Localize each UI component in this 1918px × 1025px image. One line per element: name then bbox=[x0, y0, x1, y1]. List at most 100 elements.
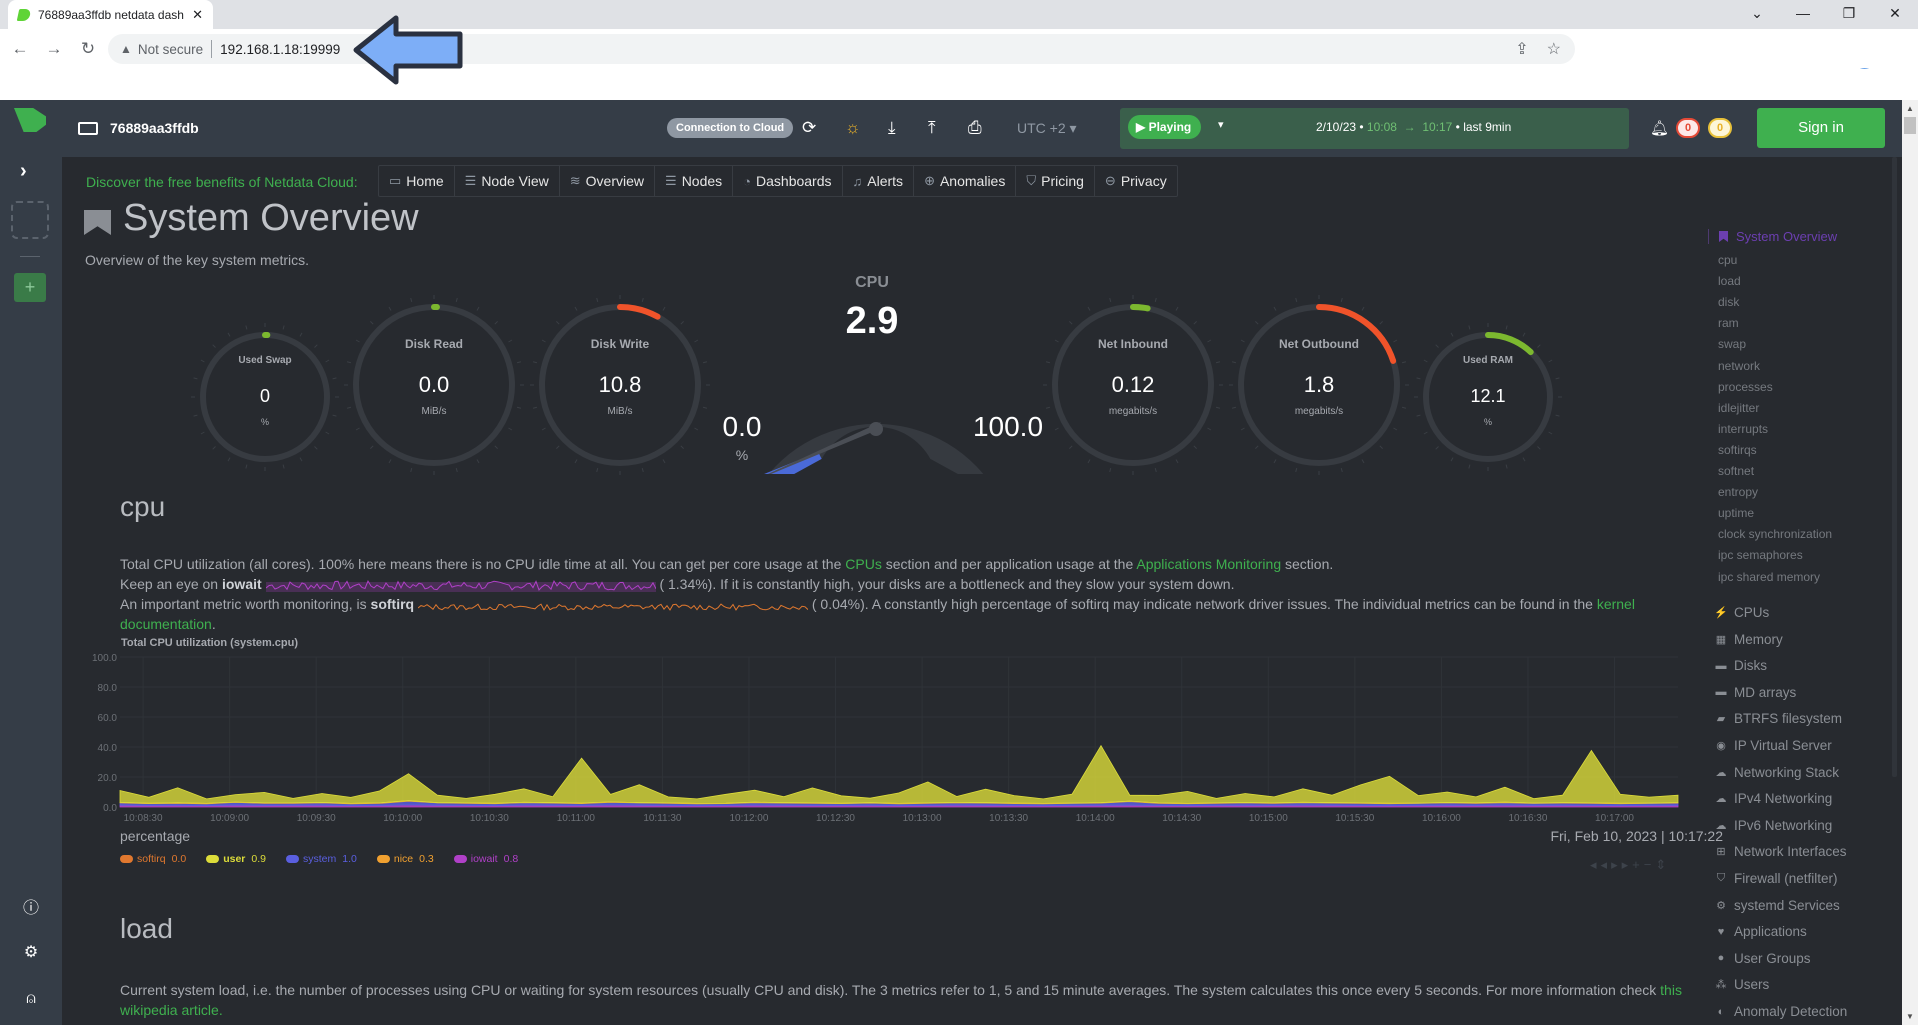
legend-item-user[interactable]: user 0.9 bbox=[206, 853, 266, 865]
tab-close-icon[interactable]: ✕ bbox=[192, 7, 203, 23]
scrollbar-thumb[interactable] bbox=[1904, 117, 1916, 134]
cpu-area-chart[interactable]: 100.0 80.0 60.0 40.0 20.0 0.0 10:08:30 10:09:00… bbox=[62, 647, 1702, 827]
legend-item-system[interactable]: system 1.0 bbox=[286, 853, 357, 865]
menu-item-dashboards[interactable]: ◔ Dashboards bbox=[733, 166, 843, 196]
toc-system-overview[interactable]: System Overview bbox=[1708, 229, 1837, 244]
lightbulb-icon[interactable]: ☼ bbox=[845, 118, 861, 138]
gauge-disk-write[interactable]: Disk Write 10.8 MiB/s bbox=[527, 292, 713, 478]
expand-sidebar-icon[interactable]: › bbox=[20, 160, 27, 183]
timezone-select[interactable]: UTC +2 ▾ bbox=[1017, 120, 1077, 137]
cpus-link[interactable]: CPUs bbox=[845, 556, 882, 572]
toc-subitem[interactable]: ipc semaphores bbox=[1718, 548, 1803, 562]
menu-item-alerts[interactable]: ♫ Alerts bbox=[843, 166, 915, 196]
toc-group-disks[interactable]: ▬ Disks bbox=[1712, 658, 1768, 673]
toc-group-anomaly-detection[interactable]: ◐ Anomaly Detection bbox=[1712, 1004, 1848, 1019]
netdata-logo-icon[interactable] bbox=[14, 108, 46, 132]
menu-item-anomalies[interactable]: ⊕ Anomalies bbox=[914, 166, 1017, 196]
legend-item-iowait[interactable]: iowait 0.8 bbox=[453, 853, 518, 865]
toc-subitem[interactable]: softirqs bbox=[1718, 443, 1757, 457]
hostname[interactable]: 76889aa3ffdb bbox=[78, 120, 199, 136]
toc-subitem[interactable]: disk bbox=[1718, 295, 1739, 309]
toc-group-user-groups[interactable]: ● User Groups bbox=[1712, 951, 1811, 966]
toc-subitem[interactable]: processes bbox=[1718, 380, 1773, 394]
gauge-disk-read[interactable]: Disk Read 0.0 MiB/s bbox=[341, 292, 527, 478]
time-range[interactable]: 2/10/23 • 10:08 → 10:17 • last 9min bbox=[1316, 120, 1511, 134]
toc-subitem[interactable]: uptime bbox=[1718, 506, 1754, 520]
menu-item-home[interactable]: ▭ Home bbox=[379, 166, 455, 196]
toc-group-memory[interactable]: ▦ Memory bbox=[1712, 632, 1783, 647]
applications-monitoring-link[interactable]: Applications Monitoring bbox=[1136, 556, 1281, 572]
menu-item-pricing[interactable]: ⛉ Pricing bbox=[1016, 166, 1095, 196]
zoom-out-icon[interactable]: − bbox=[1644, 857, 1656, 872]
connection-to-cloud-badge[interactable]: Connection to Cloud bbox=[667, 118, 794, 138]
warning-alerts-badge[interactable]: 0 bbox=[1708, 118, 1732, 138]
bookmark-star-icon[interactable]: ☆ bbox=[1547, 39, 1561, 59]
add-space-button[interactable]: + bbox=[14, 273, 46, 302]
gauge-swap[interactable]: Used Swap 0% bbox=[188, 320, 342, 474]
help-icon[interactable]: ⓘ bbox=[20, 894, 42, 917]
toc-subitem[interactable]: idlejitter bbox=[1718, 401, 1759, 415]
upload-icon[interactable]: ⤒ bbox=[928, 118, 936, 138]
menu-item-overview[interactable]: ≋ Overview bbox=[560, 166, 656, 196]
toc-group-network-interfaces[interactable]: ⊞ Network Interfaces bbox=[1712, 844, 1846, 859]
pan-right-icon[interactable]: ▸▸ bbox=[1611, 857, 1632, 872]
critical-alerts-badge[interactable]: 0 bbox=[1676, 118, 1700, 138]
forward-icon[interactable]: → bbox=[40, 39, 68, 59]
toc-subitem[interactable]: softnet bbox=[1718, 464, 1754, 478]
menu-item-node-view[interactable]: ☰ Node View bbox=[455, 166, 560, 196]
address-bar[interactable]: ▲ Not secure 192.168.1.18:19999 ⇪ ☆ bbox=[108, 34, 1575, 64]
gauge-ram[interactable]: Used RAM 12.1% bbox=[1411, 320, 1565, 474]
gauge-net-in[interactable]: Net Inbound 0.12 megabits/s bbox=[1040, 292, 1226, 478]
playing-button[interactable]: ▶ Playing bbox=[1128, 115, 1202, 139]
minimize-button[interactable]: — bbox=[1780, 0, 1826, 29]
scroll-down-icon[interactable]: ▼ bbox=[1906, 1012, 1914, 1021]
toc-group-firewall-netfilter-[interactable]: ⛉ Firewall (netfilter) bbox=[1712, 871, 1838, 886]
toc-group-systemd-services[interactable]: ⚙ systemd Services bbox=[1712, 898, 1840, 913]
zoom-in-icon[interactable]: + bbox=[1632, 857, 1644, 872]
bell-icon[interactable]: 🔔︎ bbox=[1650, 119, 1669, 137]
legend-item-nice[interactable]: nice 0.3 bbox=[376, 853, 434, 865]
toc-subitem[interactable]: cpu bbox=[1718, 253, 1737, 267]
url-text[interactable]: 192.168.1.18:19999 bbox=[220, 42, 340, 57]
legend-item-softirq[interactable]: softirq 0.0 bbox=[120, 853, 186, 865]
toc-scrollbar[interactable] bbox=[1892, 157, 1897, 777]
toc-group-btrfs-filesystem[interactable]: ▰ BTRFS filesystem bbox=[1712, 711, 1842, 726]
play-options-dropdown[interactable]: ▾ bbox=[1218, 118, 1224, 131]
page-scrollbar[interactable]: ▲ ▼ bbox=[1902, 100, 1918, 1025]
sync-icon[interactable]: ⟳ bbox=[802, 118, 816, 138]
toc-group-applications[interactable]: ♥ Applications bbox=[1712, 924, 1807, 939]
restore-button[interactable]: ❐ bbox=[1826, 0, 1872, 29]
pan-left-icon[interactable]: ◂◂ bbox=[1590, 857, 1611, 872]
toc-group-ipv6-networking[interactable]: ☁ IPv6 Networking bbox=[1712, 818, 1833, 833]
menu-item-privacy[interactable]: ⊖ Privacy bbox=[1095, 166, 1177, 196]
close-window-button[interactable]: ✕ bbox=[1872, 0, 1918, 29]
toc-subitem[interactable]: load bbox=[1718, 274, 1741, 288]
gauge-net-out[interactable]: Net Outbound 1.8 megabits/s bbox=[1226, 292, 1412, 478]
browser-tab[interactable]: 76889aa3ffdb netdata dash ✕ bbox=[8, 0, 213, 29]
toc-group-md-arrays[interactable]: ▬ MD arrays bbox=[1712, 685, 1797, 700]
share-icon[interactable]: ⇪ bbox=[1515, 39, 1528, 59]
toc-subitem[interactable]: network bbox=[1718, 359, 1760, 373]
sign-in-button[interactable]: Sign in bbox=[1757, 108, 1885, 148]
toc-subitem[interactable]: ipc shared memory bbox=[1718, 570, 1820, 584]
toc-group-users[interactable]: ⁂ Users bbox=[1712, 977, 1770, 992]
menu-item-nodes[interactable]: ☰ Nodes bbox=[655, 166, 734, 196]
toc-subitem[interactable]: interrupts bbox=[1718, 422, 1768, 436]
reload-icon[interactable]: ↻ bbox=[74, 39, 102, 59]
toc-group-ip-virtual-server[interactable]: ◉ IP Virtual Server bbox=[1712, 738, 1832, 753]
toc-subitem[interactable]: entropy bbox=[1718, 485, 1758, 499]
tab-search-icon[interactable]: ⌄ bbox=[1734, 0, 1780, 29]
toc-group-cpus[interactable]: ⚡ CPUs bbox=[1712, 605, 1769, 620]
scroll-up-icon[interactable]: ▲ bbox=[1906, 104, 1914, 113]
resize-icon[interactable]: ⇕ bbox=[1655, 857, 1670, 872]
toc-subitem[interactable]: clock synchronization bbox=[1718, 527, 1832, 541]
toc-subitem[interactable]: ram bbox=[1718, 316, 1739, 330]
toc-subitem[interactable]: swap bbox=[1718, 337, 1746, 351]
user-icon[interactable]: ⍝ bbox=[20, 990, 42, 1012]
toc-group-networking-stack[interactable]: ☁ Networking Stack bbox=[1712, 765, 1840, 780]
gauge-cpu[interactable]: CPU 2.9 0.0 100.0% bbox=[712, 274, 1043, 474]
download-icon[interactable]: ⤓ bbox=[888, 118, 896, 138]
back-icon[interactable]: ← bbox=[6, 39, 34, 59]
print-icon[interactable]: ⎙ bbox=[968, 118, 982, 138]
toc-group-ipv4-networking[interactable]: ☁ IPv4 Networking bbox=[1712, 791, 1833, 806]
